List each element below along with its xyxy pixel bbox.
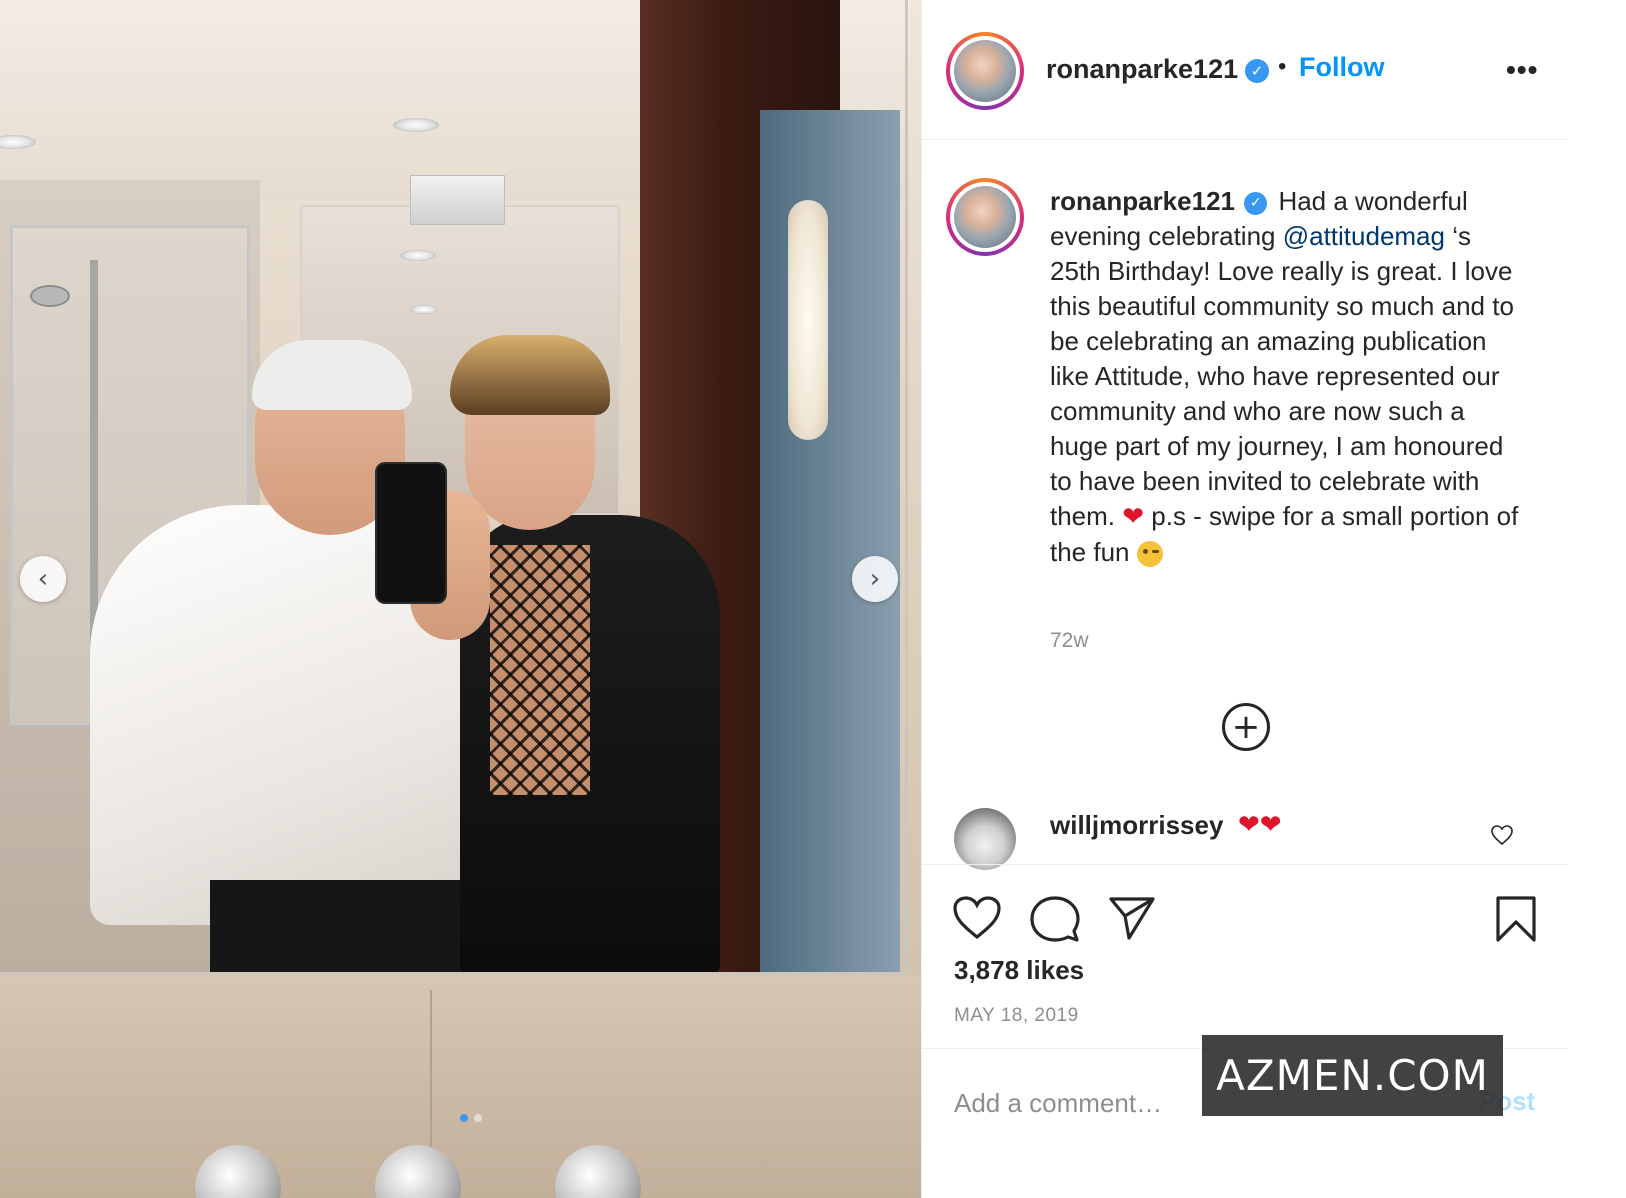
post-header: ronanparke121 ✓ • Follow ••• <box>922 0 1569 140</box>
verified-badge-icon: ✓ <box>1244 191 1268 215</box>
winking-face-emoji <box>1136 541 1163 568</box>
page-margin <box>1568 0 1626 1198</box>
post-date[interactable]: MAY 18, 2019 <box>954 1005 1079 1027</box>
avatar-image <box>954 186 1016 248</box>
caption-text: ‘s 25th Birthday! Love really is great. … <box>1050 221 1514 531</box>
more-options-icon[interactable]: ••• <box>1506 54 1538 86</box>
comment-text: ❤❤ <box>1238 810 1282 840</box>
avatar-border <box>950 182 1020 252</box>
likes-count[interactable]: 3,878 likes <box>954 955 1084 986</box>
carousel-dot <box>474 1114 482 1122</box>
comment-heart-icon[interactable] <box>1490 824 1514 846</box>
comment-bubble-icon[interactable] <box>1030 895 1080 943</box>
follow-button[interactable]: Follow <box>1299 52 1384 83</box>
photo-counter <box>0 975 955 1198</box>
author-username[interactable]: ronanparke121 <box>1046 54 1238 85</box>
carousel-prev-button[interactable]: ‹ <box>20 556 66 602</box>
carousel-dot-active <box>460 1114 468 1122</box>
author-avatar[interactable] <box>946 32 1024 110</box>
verified-badge-icon: ✓ <box>1245 59 1269 83</box>
separator-dot: • <box>1278 53 1287 80</box>
plus-circle-icon[interactable]: + <box>1222 703 1270 751</box>
heart-icon[interactable] <box>952 895 1002 941</box>
caption-username[interactable]: ronanparke121 <box>1050 186 1235 216</box>
chevron-right-icon: › <box>869 564 881 594</box>
caption-time-ago[interactable]: 72w <box>1050 629 1089 653</box>
avatar-border <box>950 36 1020 106</box>
carousel-next-button[interactable]: › <box>852 556 898 602</box>
post-details-panel: ronanparke121 ✓ • Follow ••• ronanparke1… <box>921 0 1569 1198</box>
post-caption: ronanparke121 ✓ Had a wonderful evening … <box>1050 184 1520 570</box>
post-photo[interactable]: ‹ › <box>0 0 955 1198</box>
watermark: AZMEN.COM <box>1202 1035 1503 1116</box>
avatar-image <box>954 40 1016 102</box>
red-heart-emoji: ❤ <box>1122 502 1145 532</box>
chevron-left-icon: ‹ <box>37 564 49 594</box>
bookmark-icon[interactable] <box>1495 895 1537 943</box>
caption-mention-link[interactable]: @attitudemag <box>1283 221 1445 251</box>
photo-mirror-frame <box>0 0 908 975</box>
carousel-indicator <box>460 1114 482 1122</box>
paper-plane-icon[interactable] <box>1108 895 1156 941</box>
commenter-username[interactable]: willjmorrissey <box>1050 810 1223 841</box>
commenter-avatar[interactable] <box>954 808 1016 870</box>
caption-author-avatar[interactable] <box>946 178 1024 256</box>
